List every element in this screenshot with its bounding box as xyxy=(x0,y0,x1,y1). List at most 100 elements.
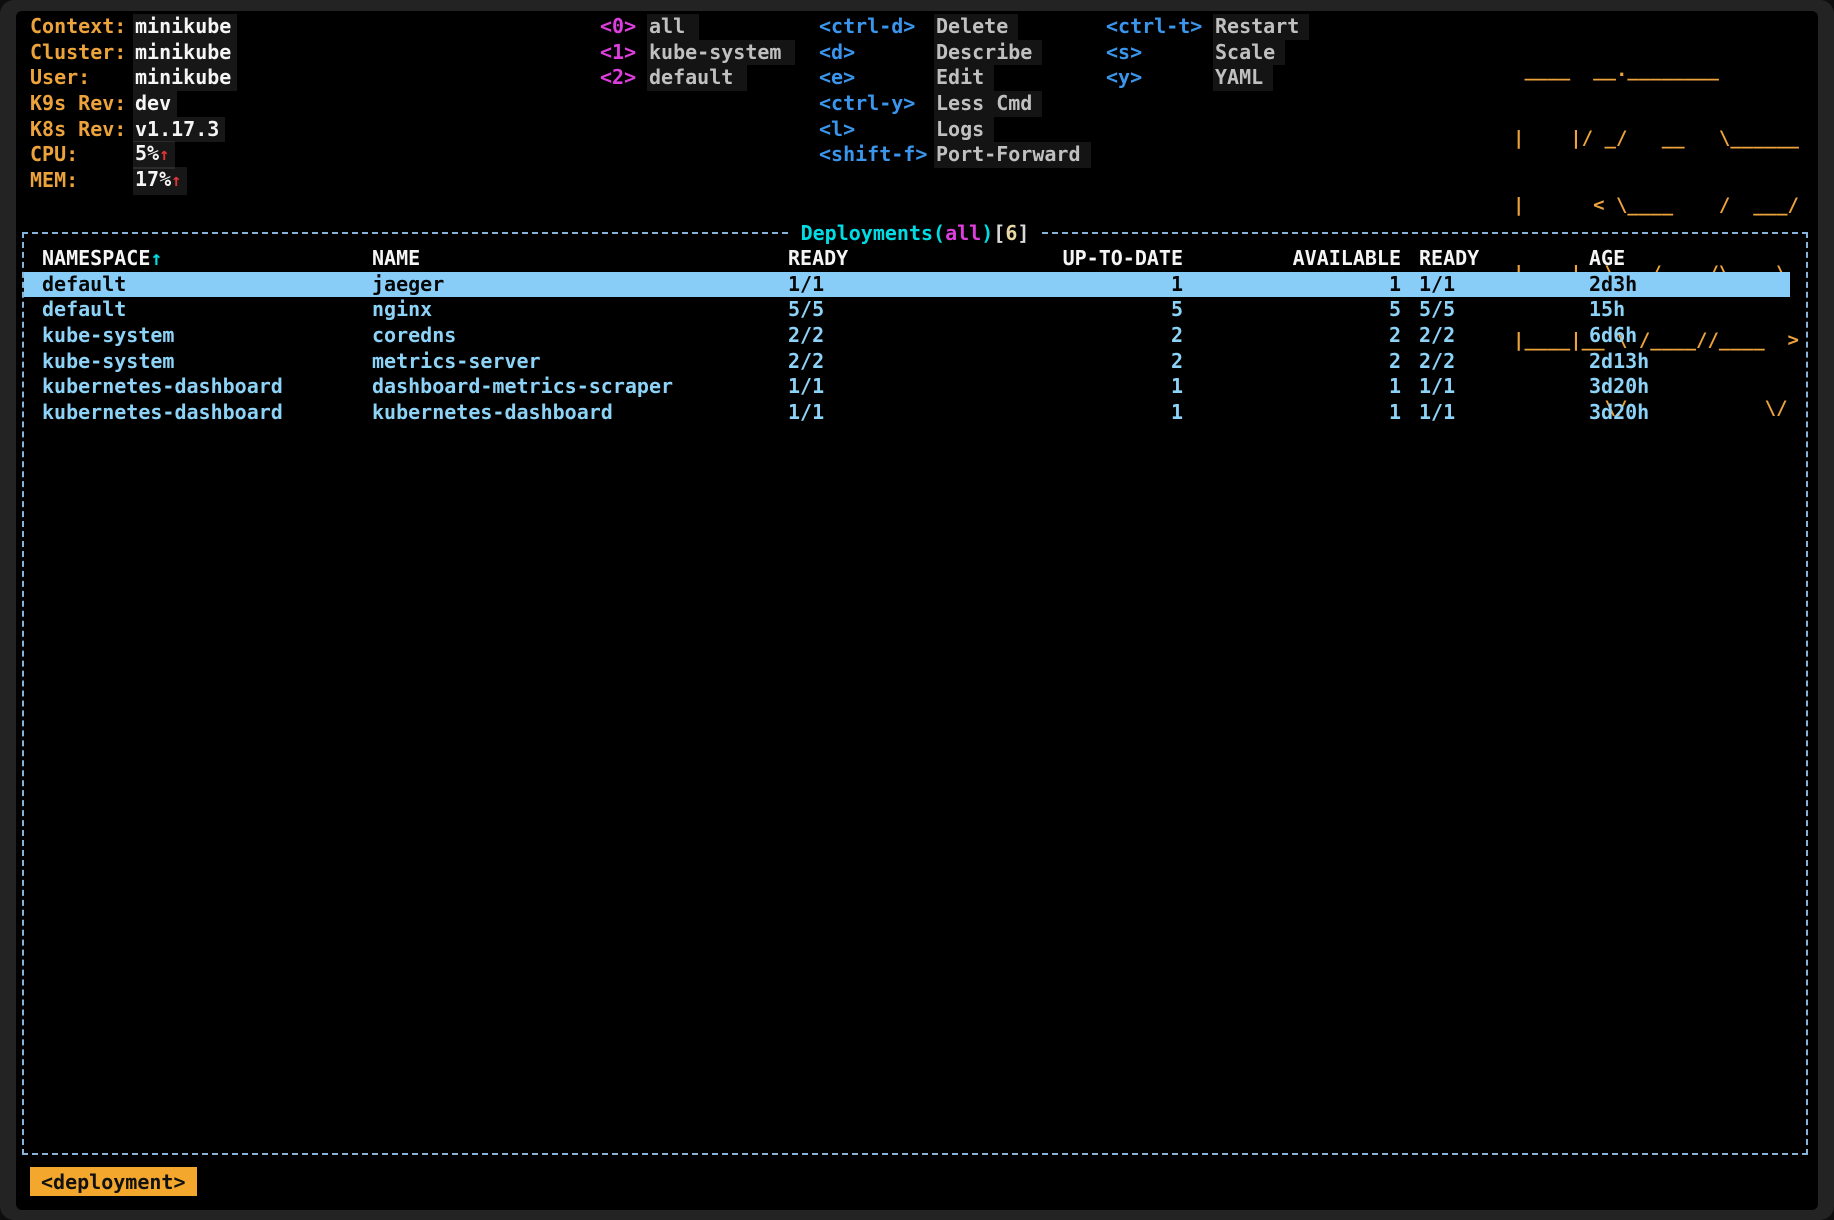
cell-available: 2 xyxy=(1183,323,1401,349)
table-row-coredns[interactable]: kube-system coredns 2/2 2 2 2/2 6d6h xyxy=(24,323,1790,349)
context-value: minikube xyxy=(133,14,237,40)
namespace-hotkeys: <0>all <1>kube-system <2>default xyxy=(600,14,795,91)
key-shift-f: <shift-f> xyxy=(819,142,934,168)
cell-available: 2 xyxy=(1183,349,1401,375)
menu-item-edit[interactable]: <e>Edit xyxy=(819,65,1091,91)
table-row-metrics-server[interactable]: kube-system metrics-server 2/2 2 2 2/2 2… xyxy=(24,349,1790,375)
cell-up-to-date: 2 xyxy=(972,323,1183,349)
port-forward-label: Port-Forward xyxy=(934,142,1091,168)
paren-close: ) xyxy=(981,221,993,245)
paren-open: ( xyxy=(933,221,945,245)
cluster-label: Cluster: xyxy=(30,40,133,66)
cell-ready2: 1/1 xyxy=(1401,400,1589,426)
resource-count: 6 xyxy=(1005,221,1017,245)
cell-ready2: 2/2 xyxy=(1401,323,1589,349)
column-header-name[interactable]: NAME xyxy=(372,246,788,272)
table-row-jaeger[interactable]: default jaeger 1/1 1 1 1/1 2d3h xyxy=(24,272,1790,298)
k8s-rev-label: K8s Rev: xyxy=(30,117,133,143)
cell-name: nginx xyxy=(372,297,788,323)
cell-ready: 2/2 xyxy=(788,349,972,375)
mem-value: 17%↑ xyxy=(133,167,187,195)
k9s-rev-value: dev xyxy=(133,91,177,117)
hotkey-0-label: all xyxy=(647,14,699,40)
column-header-ready2[interactable]: READY xyxy=(1401,246,1589,272)
column-header-up-to-date[interactable]: UP-TO-DATE xyxy=(972,246,1183,272)
cluster-value: minikube xyxy=(133,40,237,66)
cell-up-to-date: 1 xyxy=(972,272,1183,298)
cell-name: metrics-server xyxy=(372,349,788,375)
key-y: <y> xyxy=(1106,65,1213,91)
cluster-info-row: Cluster:minikube xyxy=(30,40,237,66)
k9s-logo-line: | |/ _/ __ \______ xyxy=(1513,127,1799,150)
cell-age: 6d6h xyxy=(1589,323,1790,349)
menu-item-port-forward[interactable]: <shift-f>Port-Forward xyxy=(819,142,1091,168)
namespace-hotkey-kube-system[interactable]: <1>kube-system xyxy=(600,40,795,66)
mem-percent: 17% xyxy=(135,167,171,191)
key-ctrl-d: <ctrl-d> xyxy=(819,14,934,40)
cell-age: 15h xyxy=(1589,297,1790,323)
cluster-info-row: CPU:5%↑ xyxy=(30,142,237,168)
cell-available: 5 xyxy=(1183,297,1401,323)
namespace-header-label: NAMESPACE xyxy=(42,246,150,270)
table-row-nginx[interactable]: default nginx 5/5 5 5 5/5 15h xyxy=(24,297,1790,323)
namespace-hotkey-default[interactable]: <2>default xyxy=(600,65,795,91)
hotkey-2: <2> xyxy=(600,65,647,91)
cpu-percent: 5% xyxy=(135,141,159,165)
menu-item-scale[interactable]: <s>Scale xyxy=(1106,40,1309,66)
cell-namespace: kube-system xyxy=(24,323,372,349)
menu-item-restart[interactable]: <ctrl-t>Restart xyxy=(1106,14,1309,40)
cluster-info-row: User:minikube xyxy=(30,65,237,91)
key-d: <d> xyxy=(819,40,934,66)
cell-available: 1 xyxy=(1183,400,1401,426)
column-header-ready[interactable]: READY xyxy=(788,246,972,272)
cell-ready2: 1/1 xyxy=(1401,272,1589,298)
edit-label: Edit xyxy=(934,65,994,91)
context-label: Context: xyxy=(30,14,133,40)
namespace-hotkey-all[interactable]: <0>all xyxy=(600,14,795,40)
menu-item-describe[interactable]: <d>Describe xyxy=(819,40,1091,66)
cell-name: kubernetes-dashboard xyxy=(372,400,788,426)
cluster-info-row: K9s Rev:dev xyxy=(30,91,237,117)
describe-label: Describe xyxy=(934,40,1042,66)
hotkey-1-label: kube-system xyxy=(647,40,795,66)
cell-ready2: 5/5 xyxy=(1401,297,1589,323)
k9s-logo-line: ____ __.________ xyxy=(1513,59,1799,82)
column-header-age[interactable]: AGE xyxy=(1589,246,1790,272)
table-row-kubernetes-dashboard[interactable]: kubernetes-dashboard kubernetes-dashboar… xyxy=(24,400,1790,426)
resource-name: Deployments xyxy=(801,221,933,245)
k9s-rev-label: K9s Rev: xyxy=(30,91,133,117)
user-value: minikube xyxy=(133,65,237,91)
cell-available: 1 xyxy=(1183,272,1401,298)
command-menu-col1: <ctrl-d>Delete <d>Describe <e>Edit <ctrl… xyxy=(819,14,1091,168)
column-header-namespace[interactable]: NAMESPACE↑ xyxy=(24,246,372,272)
user-label: User: xyxy=(30,65,133,91)
menu-item-delete[interactable]: <ctrl-d>Delete xyxy=(819,14,1091,40)
breadcrumb-deployment[interactable]: <deployment> xyxy=(30,1167,197,1196)
cluster-info: Context:minikube Cluster:minikube User:m… xyxy=(30,14,237,194)
menu-item-less-cmd[interactable]: <ctrl-y>Less Cmd xyxy=(819,91,1091,117)
k9s-logo-line: | < \____ / ___/ xyxy=(1513,194,1799,217)
logs-label: Logs xyxy=(934,117,994,143)
menu-item-yaml[interactable]: <y>YAML xyxy=(1106,65,1309,91)
menu-item-logs[interactable]: <l>Logs xyxy=(819,117,1091,143)
key-ctrl-t: <ctrl-t> xyxy=(1106,14,1213,40)
cell-name: coredns xyxy=(372,323,788,349)
cell-age: 2d13h xyxy=(1589,349,1790,375)
cell-ready: 1/1 xyxy=(788,272,972,298)
cell-namespace: kube-system xyxy=(24,349,372,375)
cell-up-to-date: 5 xyxy=(972,297,1183,323)
column-header-available[interactable]: AVAILABLE xyxy=(1183,246,1401,272)
cell-ready: 1/1 xyxy=(788,374,972,400)
cell-ready: 1/1 xyxy=(788,400,972,426)
title-namespace: all xyxy=(945,221,981,245)
cell-namespace: default xyxy=(24,272,372,298)
key-e: <e> xyxy=(819,65,934,91)
cell-age: 3d20h xyxy=(1589,400,1790,426)
mem-up-arrow-icon: ↑ xyxy=(171,171,181,191)
yaml-label: YAML xyxy=(1213,65,1273,91)
table-row-dashboard-metrics-scraper[interactable]: kubernetes-dashboard dashboard-metrics-s… xyxy=(24,374,1790,400)
cpu-value: 5%↑ xyxy=(133,141,175,169)
table-header-row: NAMESPACE↑ NAME READY UP-TO-DATE AVAILAB… xyxy=(24,246,1790,272)
cluster-info-row: Context:minikube xyxy=(30,14,237,40)
cell-namespace: kubernetes-dashboard xyxy=(24,374,372,400)
